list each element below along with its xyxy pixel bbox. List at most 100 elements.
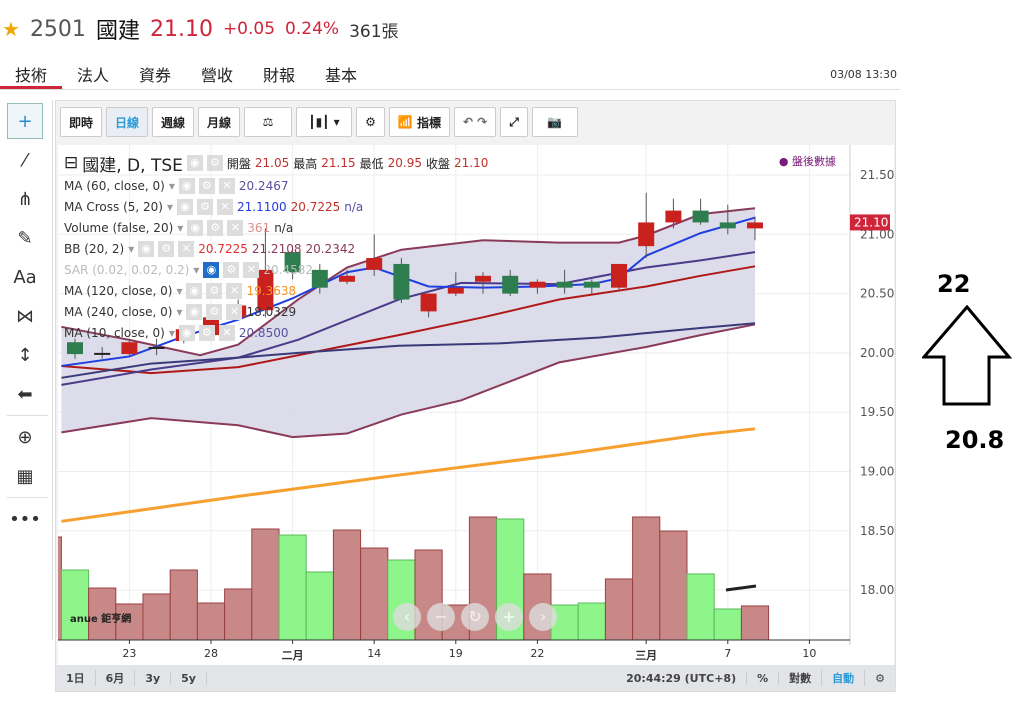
percent-toggle[interactable]: % (747, 671, 780, 685)
close-icon[interactable]: ✕ (243, 261, 260, 278)
eye-icon[interactable]: ◉ (186, 155, 203, 171)
range-6m[interactable]: 6月 (96, 670, 136, 686)
close-icon[interactable]: ✕ (226, 303, 243, 320)
trade-volume: 361張 (349, 21, 399, 42)
tab-revenue[interactable]: 營收 (186, 60, 248, 89)
zoom-in-icon[interactable]: ⊕ (7, 419, 43, 455)
range-5y[interactable]: 5y (171, 671, 207, 685)
scroll-left-icon[interactable]: ‹ (393, 603, 421, 631)
gear-icon[interactable]: ⚙ (198, 177, 215, 194)
gear-icon[interactable]: ⚙ (206, 303, 223, 320)
crosshair-icon[interactable]: + (7, 103, 43, 139)
settings-gear-icon[interactable]: ⚙ (356, 107, 385, 137)
range-3y[interactable]: 3y (135, 671, 172, 685)
volume-bar (305, 571, 334, 641)
close-icon[interactable]: ✕ (227, 219, 244, 236)
reset-icon[interactable]: ↻ (461, 603, 489, 631)
chevron-down-icon[interactable]: ▾ (176, 305, 182, 319)
eye-icon[interactable]: ◉ (138, 240, 155, 257)
measure-icon[interactable]: ↕ (7, 337, 43, 373)
close-icon[interactable]: ✕ (218, 177, 235, 194)
indicator-row[interactable]: MA (60, close, 0) ▾ ◉ ⚙ ✕ 20.2467 (64, 175, 488, 196)
tab-financials[interactable]: 財報 (248, 60, 310, 89)
gear-icon[interactable]: ⚙ (223, 261, 240, 278)
chevron-down-icon[interactable]: ▾ (176, 284, 182, 298)
indicator-row[interactable]: MA (10, close, 0) ▾ ◉ ⚙ ✕ 20.8500 (64, 322, 488, 343)
close-icon[interactable]: ✕ (218, 324, 235, 341)
gear-icon[interactable]: ⚙ (158, 240, 175, 257)
price-tick-label: 19.50 (860, 405, 894, 419)
eye-icon[interactable]: ◉ (178, 324, 195, 341)
favorite-star-icon[interactable]: ★ (2, 17, 20, 41)
indicator-row[interactable]: MA Cross (5, 20) ▾ ◉ ⚙ ✕ 21.1100 20.7225 n/a (64, 196, 488, 217)
indicator-row[interactable]: MA (240, close, 0) ▾ ◉ ⚙ ✕ 18.0329 (64, 301, 488, 322)
undo-redo-icon[interactable]: ↶ ↷ (453, 107, 497, 137)
brush-icon[interactable]: ✎ (7, 220, 43, 256)
eye-icon[interactable]: ◉ (178, 177, 195, 194)
eye-icon[interactable]: ◉ (187, 219, 204, 236)
eye-icon[interactable]: ◉ (186, 282, 203, 299)
weekly-button[interactable]: 週線 (152, 107, 195, 137)
tab-basic[interactable]: 基本 (310, 60, 372, 89)
fullscreen-icon[interactable]: ⤢ (500, 107, 528, 137)
chart-plot[interactable]: 21.50 21.00 20.50 20.00 19.50 19.00 18.50 18.00… (58, 145, 894, 665)
auto-toggle[interactable]: 自動 (822, 670, 866, 686)
daily-button[interactable]: 日線 (106, 107, 149, 137)
indicator-row[interactable]: SAR (0.02, 0.02, 0.2) ▾ ◉ ⚙ ✕ 20.4582 (64, 259, 488, 280)
range-1d[interactable]: 1日 (56, 670, 96, 686)
pitchfork-icon[interactable]: ⋔ (7, 181, 43, 217)
close-icon[interactable]: ✕ (217, 198, 234, 215)
scroll-right-icon[interactable]: › (529, 603, 557, 631)
pattern-icon[interactable]: ⋈ (7, 298, 43, 334)
ruler-icon[interactable]: ▦ (7, 458, 43, 494)
chart-type-candle-icon[interactable]: ┃▮┃ ▾ (296, 107, 353, 137)
indicator-row[interactable]: BB (20, 2) ▾ ◉ ⚙ ✕ 20.7225 21.2108 20.2342 (64, 238, 488, 259)
indicator-row[interactable]: Volume (false, 20) ▾ ◉ ⚙ ✕ 361 n/a (64, 217, 488, 238)
arrow-left-icon[interactable]: ⬅ (7, 376, 43, 412)
chevron-down-icon[interactable]: ▾ (177, 221, 183, 235)
chevron-down-icon[interactable]: ▾ (169, 179, 175, 193)
candle-body (556, 281, 573, 288)
gear-icon[interactable]: ⚙ (206, 155, 223, 171)
camera-icon[interactable]: 📷 (531, 107, 578, 137)
close-icon[interactable]: ✕ (226, 282, 243, 299)
gear-icon[interactable]: ⚙ (197, 198, 214, 215)
chevron-down-icon[interactable]: ▾ (193, 263, 199, 277)
compare-scale-icon[interactable]: ⚖ (244, 107, 293, 137)
after-hours-badge[interactable]: ● 盤後數據 (779, 153, 836, 169)
zoom-in-icon[interactable]: + (495, 603, 523, 631)
realtime-button[interactable]: 即時 (60, 107, 103, 137)
tab-margin[interactable]: 資券 (124, 60, 186, 89)
quote-header: ★ 2501 國建 21.10 +0.05 0.24% 361張 (0, 12, 399, 46)
stock-code: 2501 (29, 16, 86, 42)
chevron-down-icon[interactable]: ▾ (169, 326, 175, 340)
more-icon[interactable]: ••• (7, 501, 43, 537)
eye-icon[interactable]: ◉ (203, 261, 220, 278)
drawing-toolbar: + ⁄ ⋔ ✎ Aa ⋈ ↕ ⬅ ⊕ ▦ ••• (3, 100, 53, 640)
monthly-button[interactable]: 月線 (198, 107, 241, 137)
trend-line-icon[interactable]: ⁄ (7, 142, 43, 178)
eye-icon[interactable]: ◉ (177, 198, 194, 215)
gear-icon[interactable]: ⚙ (207, 219, 224, 236)
price-change-pct: 0.24% (285, 19, 340, 39)
chevron-down-icon[interactable]: ▾ (128, 242, 134, 256)
log-toggle[interactable]: 對數 (779, 670, 823, 686)
settings-gear-icon[interactable]: ⚙ (865, 672, 895, 685)
eye-icon[interactable]: ◉ (186, 303, 203, 320)
volume-bar (360, 547, 389, 641)
collapse-icon[interactable]: ⊟ (64, 153, 78, 173)
tab-technical[interactable]: 技術 (0, 60, 62, 89)
close-icon[interactable]: ✕ (178, 240, 195, 257)
gear-icon[interactable]: ⚙ (198, 324, 215, 341)
zoom-out-icon[interactable]: − (427, 603, 455, 631)
divider (7, 497, 48, 498)
text-icon[interactable]: Aa (7, 259, 43, 295)
indicator-row[interactable]: MA (120, close, 0) ▾ ◉ ⚙ ✕ 19.3638 (64, 280, 488, 301)
last-price: 21.10 (149, 16, 213, 42)
tab-institutional[interactable]: 法人 (62, 60, 124, 89)
user-drawn-line (725, 584, 757, 592)
indicator-value: 20.7225 (198, 241, 248, 256)
indicators-button[interactable]: 📶 指標 (388, 107, 450, 137)
chevron-down-icon[interactable]: ▾ (167, 200, 173, 214)
gear-icon[interactable]: ⚙ (206, 282, 223, 299)
